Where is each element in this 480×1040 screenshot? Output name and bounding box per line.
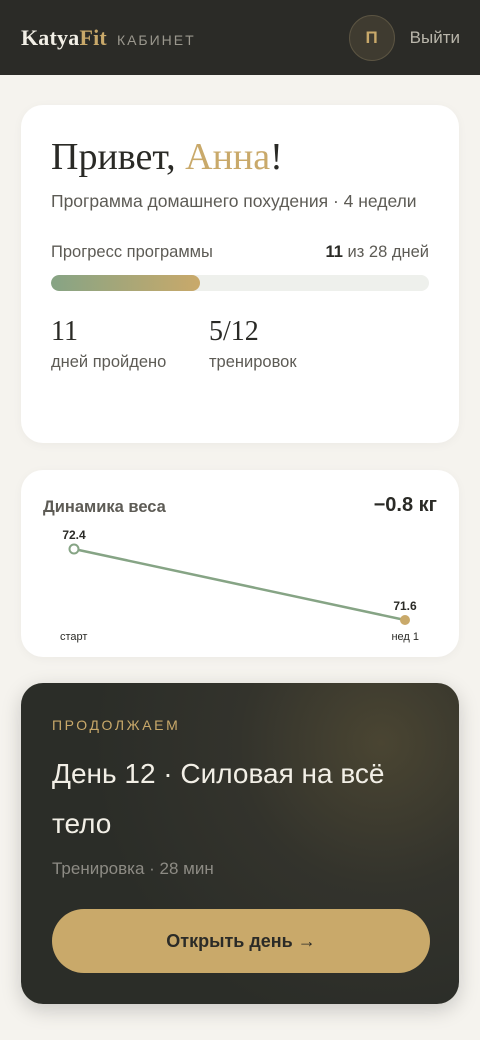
app-header: KatyaFit КАБИНЕТ П Выйти	[0, 0, 480, 75]
weight-line	[73, 547, 406, 622]
progress-label: Прогресс программы	[51, 243, 213, 261]
weight-label-end: 71.6	[393, 599, 417, 613]
stat-label: тренировок	[209, 353, 297, 371]
continue-card: ПРОДОЛЖАЕМ День 12 · Силовая на всё тело…	[21, 683, 459, 1004]
weight-card: Динамика веса −0.8 кг 72.4 71.6 старт не…	[21, 470, 459, 657]
user-name: Анна	[185, 136, 271, 178]
open-day-button[interactable]: Открыть день →	[52, 909, 430, 973]
stat-label: дней пройдено	[51, 353, 167, 371]
logout-button[interactable]: Выйти	[410, 28, 460, 48]
weight-label-start: 72.4	[62, 528, 86, 542]
progress-bar-fill	[51, 275, 200, 291]
continue-kicker: ПРОДОЛЖАЕМ	[52, 717, 181, 733]
progress-bar	[51, 275, 429, 291]
program-description: Программа домашнего похудения · 4 недели	[51, 191, 417, 211]
weight-tick-start: старт	[60, 631, 87, 643]
greeting: Привет, Анна!	[51, 136, 283, 178]
day-title: День 12 · Силовая на всё тело	[52, 758, 385, 839]
stat-value: 5/12	[209, 316, 259, 347]
stat-value: 11	[51, 316, 78, 347]
weight-tick-end: нед 1	[391, 631, 419, 643]
weight-chart: 72.4 71.6 старт нед 1	[60, 528, 419, 643]
avatar[interactable]: П	[348, 14, 395, 61]
stat-workouts: 5/12 тренировок	[209, 317, 367, 372]
progress-count: 11 из 28 дней	[325, 243, 429, 261]
stat-days: 11 дней пройдено	[51, 317, 209, 372]
welcome-card: Привет, Анна! Программа домашнего похуде…	[21, 105, 459, 443]
section-label: КАБИНЕТ	[116, 31, 196, 48]
brand-logo: KatyaFit	[21, 24, 107, 50]
stats: 11 дней пройдено 5/12 тренировок	[51, 317, 429, 372]
weight-point-end	[400, 615, 410, 625]
progress-row: Прогресс программы 11 из 28 дней	[51, 243, 429, 262]
day-meta: Тренировка · 28 мин	[52, 859, 214, 878]
brand[interactable]: KatyaFit КАБИНЕТ	[21, 25, 196, 51]
weight-point-start	[68, 543, 80, 555]
